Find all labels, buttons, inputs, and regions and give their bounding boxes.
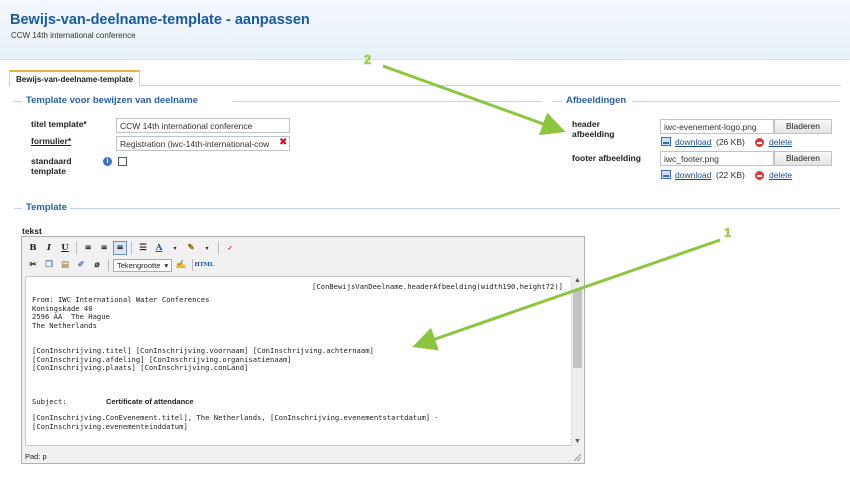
arrow-2 xyxy=(382,64,566,136)
annotation-arrows xyxy=(382,64,721,351)
annotation-number-1: 1 xyxy=(724,225,732,240)
annotation-number-2: 2 xyxy=(364,52,372,67)
arrow-1 xyxy=(412,238,721,351)
